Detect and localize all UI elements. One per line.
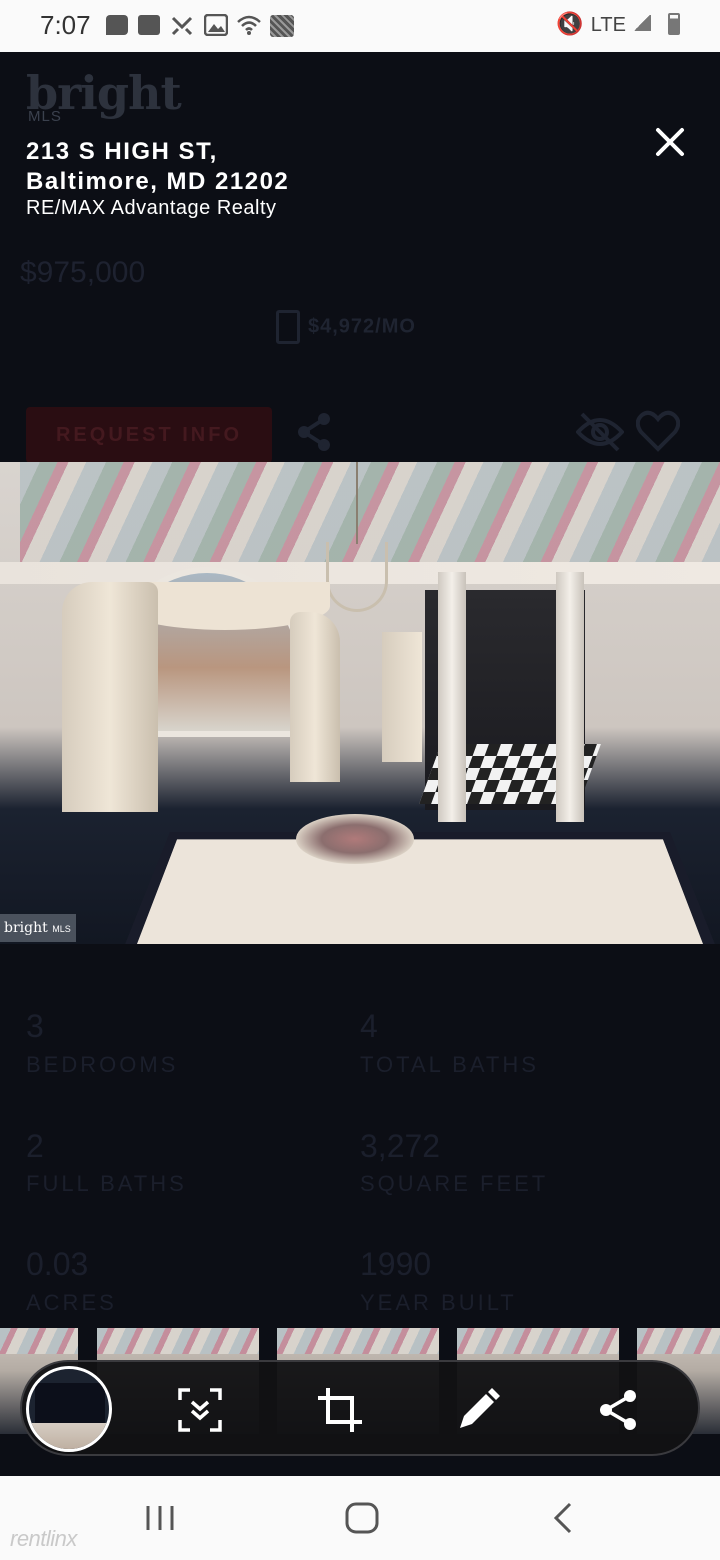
home-icon[interactable] <box>340 1496 384 1540</box>
stat-full-baths-value: 2 <box>26 1128 44 1164</box>
listing-photo[interactable]: bright MLS <box>0 462 720 944</box>
photo-watermark: bright MLS <box>0 914 76 942</box>
request-info-button[interactable]: REQUEST INFO <box>26 407 272 463</box>
stat-bedrooms-value: 3 <box>26 1008 44 1044</box>
stat-square-feet-value: 3,272 <box>360 1128 441 1164</box>
listing-address: 213 S HIGH ST, Baltimore, MD 21202 <box>26 137 289 197</box>
stat-bedrooms-label: BEDROOMS <box>26 1052 179 1077</box>
hide-listing-icon[interactable] <box>576 412 624 452</box>
screenshot-icon <box>270 15 294 37</box>
calculator-icon <box>276 310 300 344</box>
status-time: 7:07 <box>40 10 91 40</box>
watermark: rentlinx <box>10 1526 77 1551</box>
photo-column <box>438 572 466 822</box>
screenshot-toolbar <box>20 1360 700 1456</box>
share-icon[interactable] <box>296 412 332 452</box>
missed-call-icon <box>171 16 193 36</box>
status-bar: 7:07 🔇 LTE <box>0 0 720 52</box>
stat-total-baths-label: TOTAL BATHS <box>360 1052 539 1077</box>
crop-icon[interactable] <box>316 1386 364 1434</box>
photo-watermark-text: bright <box>4 920 48 936</box>
edit-icon[interactable] <box>454 1386 502 1434</box>
navigation-bar <box>0 1476 720 1560</box>
favorite-icon[interactable] <box>636 410 680 452</box>
photo-curtain-right <box>290 612 340 782</box>
image-icon <box>204 14 228 36</box>
share-icon[interactable] <box>594 1386 642 1434</box>
stat-acres-label: ACRES <box>26 1290 117 1315</box>
scroll-capture-icon[interactable] <box>176 1386 224 1434</box>
photo-watermark-sub: MLS <box>52 924 71 934</box>
stat-year-built-value: 1990 <box>360 1246 432 1282</box>
battery-icon <box>668 13 680 35</box>
network-type: LTE <box>590 14 626 36</box>
screenshot-preview[interactable] <box>26 1366 112 1452</box>
photo-curtain-far <box>382 632 422 762</box>
photo-curtain-left <box>62 582 158 812</box>
listing-broker: RE/MAX Advantage Realty <box>26 197 277 219</box>
photo-rug-medallion <box>296 814 414 864</box>
photo-chain <box>356 462 358 544</box>
stat-year-built-label: YEAR BUILT <box>360 1290 517 1315</box>
photo-rug <box>120 831 720 944</box>
address-line-1: 213 S HIGH ST, <box>26 138 218 165</box>
preview-content <box>35 1383 105 1427</box>
brand-logo-sub: MLS <box>28 108 62 125</box>
wifi-icon <box>237 15 261 35</box>
stat-full-baths-label: FULL BATHS <box>26 1171 187 1196</box>
status-right: 🔇 LTE <box>556 12 680 37</box>
preview-photo <box>29 1423 109 1449</box>
address-line-2: Baltimore, MD 21202 <box>26 168 290 195</box>
message-icon <box>106 15 128 35</box>
app-icon <box>138 15 160 35</box>
signal-icon <box>633 15 651 31</box>
monthly-payment-value: $4,972/MO <box>308 315 416 338</box>
listing-price: $975,000 <box>20 256 146 289</box>
stat-total-baths-value: 4 <box>360 1008 378 1044</box>
photo-chandelier <box>326 542 388 612</box>
stat-square-feet-label: SQUARE FEET <box>360 1171 549 1196</box>
recents-icon[interactable] <box>138 1496 182 1540</box>
monthly-payment[interactable]: $4,972/MO <box>276 310 416 344</box>
stat-acres-value: 0.03 <box>26 1246 89 1282</box>
close-icon[interactable] <box>650 122 690 162</box>
mute-icon: 🔇 <box>556 12 584 37</box>
photo-column <box>556 572 584 822</box>
back-icon[interactable] <box>542 1496 586 1540</box>
